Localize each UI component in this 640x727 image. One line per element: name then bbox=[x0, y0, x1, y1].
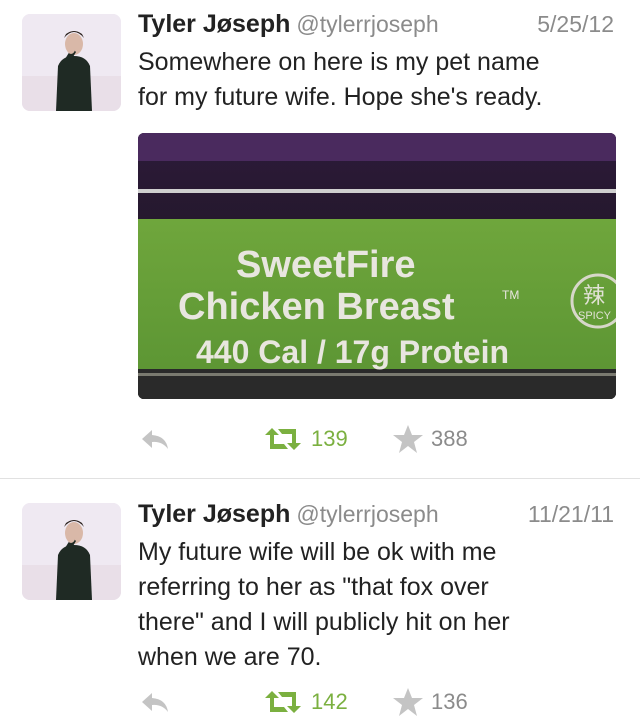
tweet-text-line: Somewhere on here is my pet name bbox=[138, 48, 540, 76]
star-icon[interactable] bbox=[392, 686, 424, 718]
package-text-line3: 440 Cal / 17g Protein bbox=[196, 334, 509, 370]
author-name[interactable]: Tyler Jøseph @tylerrjoseph bbox=[138, 10, 439, 39]
author-display-name[interactable]: Tyler Jøseph bbox=[138, 500, 290, 528]
tweet-date[interactable]: 11/21/11 bbox=[528, 501, 614, 528]
tweet-text-line: there" and I will publicly hit on her bbox=[138, 608, 510, 636]
author-name[interactable]: Tyler Jøseph @tylerrjoseph bbox=[138, 500, 439, 529]
tweet-header: Tyler Jøseph @tylerrjoseph 11/21/11 bbox=[138, 500, 614, 534]
spicy-badge-char: 辣 bbox=[583, 283, 605, 308]
tweet-text-line: referring to her as "that fox over bbox=[138, 573, 489, 601]
author-display-name[interactable]: Tyler Jøseph bbox=[138, 10, 290, 38]
package-text-line1: SweetFire bbox=[236, 244, 416, 286]
tweet-actions: 139 388 bbox=[138, 424, 618, 454]
favorite-count[interactable]: 388 bbox=[431, 426, 468, 452]
retweet-count[interactable]: 142 bbox=[311, 689, 348, 715]
tweet-date[interactable]: 5/25/12 bbox=[537, 11, 614, 38]
favorite-count[interactable]: 136 bbox=[431, 689, 468, 715]
tweet-text: Somewhere on here is my pet name for my … bbox=[138, 45, 618, 115]
package-trademark: TM bbox=[502, 288, 519, 302]
tweet-text-line: My future wife will be ok with me bbox=[138, 538, 497, 566]
tweet-text-line: for my future wife. Hope she's ready. bbox=[138, 83, 543, 111]
tweet-photo[interactable]: SweetFire Chicken Breast TM 440 Cal / 17… bbox=[138, 133, 616, 399]
package-text-line2: Chicken Breast bbox=[178, 286, 455, 328]
author-handle[interactable]: @tylerrjoseph bbox=[296, 501, 438, 527]
reply-icon[interactable] bbox=[138, 687, 172, 717]
spicy-badge-label: SPICY bbox=[578, 310, 612, 322]
retweet-icon[interactable] bbox=[262, 424, 304, 454]
tweet-text-line: when we are 70. bbox=[138, 643, 322, 671]
retweet-count[interactable]: 139 bbox=[311, 426, 348, 452]
reply-icon[interactable] bbox=[138, 424, 172, 454]
avatar[interactable] bbox=[22, 14, 121, 111]
avatar[interactable] bbox=[22, 503, 121, 600]
author-handle[interactable]: @tylerrjoseph bbox=[296, 11, 438, 37]
tweet-header: Tyler Jøseph @tylerrjoseph 5/25/12 bbox=[138, 10, 614, 44]
star-icon[interactable] bbox=[392, 423, 424, 455]
retweet-icon[interactable] bbox=[262, 687, 304, 717]
tweet-actions: 142 136 bbox=[138, 687, 618, 717]
tweet[interactable]: Tyler Jøseph @tylerrjoseph 11/21/11 My fu… bbox=[0, 479, 640, 727]
tweet-text: My future wife will be ok with me referr… bbox=[138, 535, 618, 675]
tweet[interactable]: Tyler Jøseph @tylerrjoseph 5/25/12 Somewh… bbox=[0, 0, 640, 478]
